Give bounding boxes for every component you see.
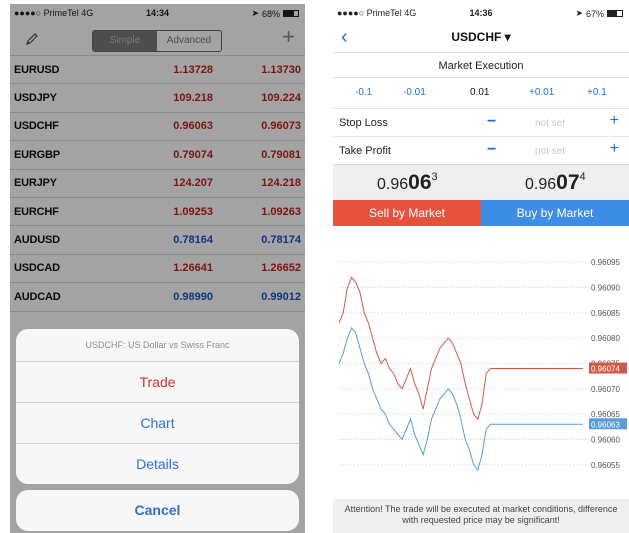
battery-icon xyxy=(607,10,623,17)
symbol-selector[interactable]: USDCHF ▾ xyxy=(333,30,629,44)
take-profit-row: Take Profit − not set + xyxy=(333,136,629,164)
battery-percent: 67% xyxy=(585,8,604,19)
order-buttons: Sell by Market Buy by Market xyxy=(333,200,629,226)
cancel-button[interactable]: Cancel xyxy=(16,490,299,531)
stop-loss-input[interactable]: not set xyxy=(535,118,565,129)
sell-by-market-button[interactable]: Sell by Market xyxy=(333,200,481,226)
stop-loss-plus-button[interactable]: + xyxy=(610,112,619,130)
take-profit-minus-button[interactable]: − xyxy=(487,141,496,159)
status-bar: ●●●●○ PrimeTel 4G 14:36 ➤ 67% xyxy=(333,4,629,22)
chart-button[interactable]: Chart xyxy=(16,403,299,444)
stop-loss-minus-button[interactable]: − xyxy=(487,113,496,131)
y-tick-label: 0.96065 xyxy=(591,410,620,419)
y-tick-label: 0.96055 xyxy=(591,461,620,470)
details-button[interactable]: Details xyxy=(16,444,299,484)
current-price-label: 0.96063 xyxy=(591,420,620,429)
action-sheet: USDCHF: US Dollar vs Swiss Franc Trade C… xyxy=(16,329,299,484)
trade-button[interactable]: Trade xyxy=(16,362,299,403)
volume-increase-large-button[interactable]: +0.1 xyxy=(587,87,607,98)
navigation-bar: ‹ USDCHF ▾ xyxy=(333,22,629,52)
location-icon: ➤ xyxy=(575,8,583,18)
stop-loss-row: Stop Loss − not set + xyxy=(333,108,629,136)
tick-chart: 0.960950.960900.960850.960800.960750.960… xyxy=(338,258,627,471)
take-profit-label: Take Profit xyxy=(339,145,391,157)
volume-increase-small-button[interactable]: +0.01 xyxy=(529,87,554,98)
y-tick-label: 0.96060 xyxy=(591,435,620,444)
take-profit-input[interactable]: not set xyxy=(535,146,565,157)
volume-decrease-large-button[interactable]: -0.1 xyxy=(355,87,372,98)
buy-by-market-button[interactable]: Buy by Market xyxy=(481,200,629,226)
price-series-line xyxy=(338,276,583,421)
left-phone-screen: ●●●●○ PrimeTel 4G 14:34 ➤ 68% Simple Adv… xyxy=(10,4,305,533)
current-price-label: 0.96074 xyxy=(591,365,620,374)
y-tick-label: 0.96090 xyxy=(591,283,620,292)
volume-input[interactable]: 0.01 xyxy=(470,87,489,98)
take-profit-plus-button[interactable]: + xyxy=(610,140,619,158)
y-tick-label: 0.96080 xyxy=(591,334,620,343)
y-tick-label: 0.96085 xyxy=(591,309,620,318)
volume-stepper: -0.1 -0.01 0.01 +0.01 +0.1 xyxy=(333,78,629,108)
execution-warning: Attention! The trade will be executed at… xyxy=(333,499,629,533)
y-tick-label: 0.96070 xyxy=(591,385,620,394)
sell-price: 0.96063 xyxy=(377,171,438,194)
right-phone-screen: ●●●●○ PrimeTel 4G 14:36 ➤ 67% ‹ USDCHF ▾… xyxy=(333,4,629,533)
battery-indicator: ➤ 67% xyxy=(575,8,623,19)
buy-price: 0.96074 xyxy=(525,171,586,194)
volume-decrease-small-button[interactable]: -0.01 xyxy=(403,87,426,98)
y-tick-label: 0.96095 xyxy=(591,258,620,267)
action-sheet-title: USDCHF: US Dollar vs Swiss Franc xyxy=(16,329,299,362)
stop-loss-label: Stop Loss xyxy=(339,117,388,129)
execution-type[interactable]: Market Execution xyxy=(333,52,629,78)
price-display: 0.96063 0.96074 xyxy=(333,164,629,200)
